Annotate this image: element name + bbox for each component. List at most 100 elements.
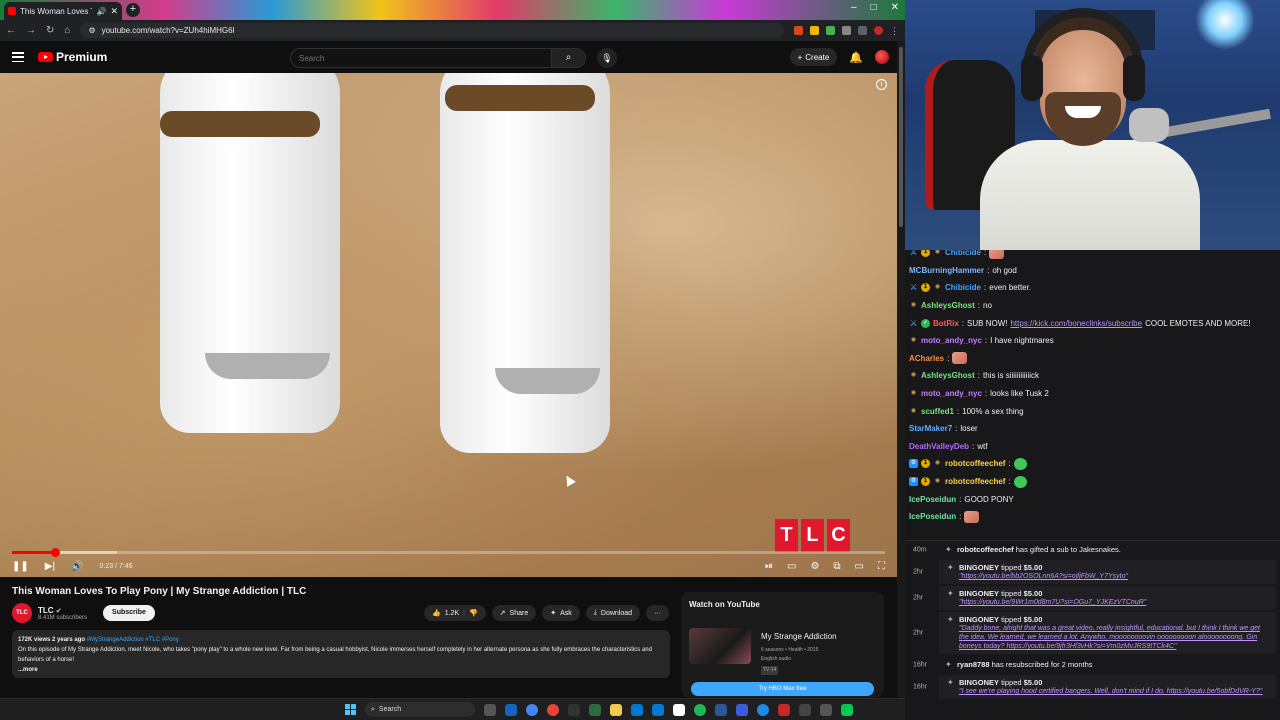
search-button[interactable]: ⌕ xyxy=(551,49,585,67)
extension-icon[interactable] xyxy=(810,26,819,35)
taskbar-app-icon[interactable] xyxy=(652,703,664,716)
back-icon[interactable]: ← xyxy=(6,25,16,36)
more-actions-button[interactable]: ··· xyxy=(646,605,670,621)
event-username[interactable]: BINGONEY xyxy=(959,678,999,687)
like-dislike-button[interactable]: 👍 1.2K | 👎 xyxy=(424,605,486,621)
description-more-link[interactable]: ...more xyxy=(18,665,664,675)
taskbar-app-icon[interactable] xyxy=(841,703,853,716)
video-player[interactable]: i T L C ❚❚ ▶| 🔊 0:23 / 7:46 ⏯ ▭ ⚙ ⧉ ▭ ⛶ xyxy=(0,73,897,577)
taskbar-app-icon[interactable] xyxy=(736,703,748,716)
info-icon[interactable]: i xyxy=(876,79,887,90)
hamburger-menu-icon[interactable] xyxy=(12,52,24,62)
taskbar-app-icon[interactable] xyxy=(568,703,580,716)
scrollbar-thumb[interactable] xyxy=(899,47,903,227)
thumbs-up-icon[interactable]: 👍 xyxy=(432,609,441,617)
taskbar-app-icon[interactable] xyxy=(757,703,769,716)
taskbar-app-icon[interactable] xyxy=(673,703,685,716)
tab-audio-icon[interactable]: 🔊 xyxy=(96,7,106,16)
channel-avatar[interactable]: TLC xyxy=(12,603,32,623)
search-input[interactable] xyxy=(291,53,551,63)
event-message[interactable]: "https://youtu.be/9Wr1m0d8m7U?si=OGu7_YJ… xyxy=(959,598,1270,607)
channel-name[interactable]: TLC ✔ xyxy=(38,606,87,615)
taskbar-app-icon[interactable] xyxy=(715,703,727,716)
chat-username[interactable]: DeathValleyDeb xyxy=(909,442,969,451)
subscribe-button[interactable]: Subscribe xyxy=(103,605,155,621)
page-scrollbar[interactable] xyxy=(897,41,905,698)
url-text[interactable]: youtube.com/watch?v=ZUh4hiMHG6I xyxy=(102,26,235,35)
task-view-icon[interactable] xyxy=(484,703,496,716)
chat-username[interactable]: moto_andy_nyc xyxy=(921,336,982,345)
chat-username[interactable]: BotRix xyxy=(933,319,959,328)
maximize-button[interactable]: □ xyxy=(871,2,877,13)
show-title[interactable]: My Strange Addiction xyxy=(761,632,837,641)
extension-icon[interactable] xyxy=(842,26,851,35)
spotify-icon[interactable] xyxy=(694,703,706,716)
chat-username[interactable]: ACharles xyxy=(909,354,944,363)
chat-username[interactable]: Chibicide xyxy=(945,283,981,292)
event-message[interactable]: "Daddy bone, alright that was a great vi… xyxy=(959,624,1270,651)
forward-icon[interactable]: → xyxy=(26,25,36,36)
extension-icon[interactable] xyxy=(826,26,835,35)
voice-search-button[interactable]: 🎙 xyxy=(597,48,617,68)
profile-avatar[interactable] xyxy=(874,26,883,35)
taskbar-app-icon[interactable] xyxy=(631,703,643,716)
minimize-button[interactable]: – xyxy=(851,2,857,13)
start-button-icon[interactable] xyxy=(345,704,356,715)
event-message[interactable]: "https://youtu.be/bb2OSOLnn6A?si=ojfjFbW… xyxy=(959,572,1270,581)
event-username[interactable]: ryan8788 xyxy=(957,660,990,669)
chat-username[interactable]: moto_andy_nyc xyxy=(921,389,982,398)
description-box[interactable]: 172K views 2 years ago #MyStrangeAddicti… xyxy=(12,630,670,678)
extension-icon[interactable] xyxy=(794,26,803,35)
chat-username[interactable]: IcePoseidun xyxy=(909,495,956,504)
browser-tab-active[interactable]: This Woman Loves To Play 🔊 ✕ xyxy=(4,2,122,20)
chrome-icon[interactable] xyxy=(526,703,538,716)
try-hbo-max-button[interactable]: Try HBO Max free xyxy=(691,682,874,696)
chat-username[interactable]: Chibicide xyxy=(945,250,981,257)
show-thumbnail[interactable] xyxy=(689,628,751,664)
chat-username[interactable]: robotcoffeechef xyxy=(945,459,1005,468)
progress-bar[interactable] xyxy=(12,548,885,557)
browser-menu-icon[interactable]: ⋮ xyxy=(890,26,899,36)
event-username[interactable]: BINGONEY xyxy=(959,563,999,572)
youtube-logo[interactable]: Premium xyxy=(38,50,107,64)
notifications-bell-icon[interactable]: 🔔 xyxy=(849,51,863,64)
download-button[interactable]: ⤓ Download xyxy=(585,605,641,621)
event-username[interactable]: robotcoffeechef xyxy=(957,545,1014,554)
chat-username[interactable]: MCBurningHammer xyxy=(909,266,984,275)
share-button[interactable]: ↗ Share xyxy=(491,605,537,621)
volume-icon[interactable]: 🔊 xyxy=(71,561,83,572)
create-button[interactable]: + Create xyxy=(789,48,838,66)
taskbar-app-icon[interactable] xyxy=(589,703,601,716)
account-avatar[interactable] xyxy=(875,50,889,64)
chat-username[interactable]: IcePoseidun xyxy=(909,512,956,521)
theater-mode-icon[interactable]: ▭ xyxy=(855,561,864,572)
chat-username[interactable]: robotcoffeechef xyxy=(945,477,1005,486)
chat-username[interactable]: AshleysGhost xyxy=(921,371,975,380)
omnibox[interactable]: ⚙ youtube.com/watch?v=ZUh4hiMHG6I xyxy=(80,23,784,38)
chat-link[interactable]: https://kick.com/boneclinks/subscribe xyxy=(1010,319,1142,328)
event-username[interactable]: BINGONEY xyxy=(959,589,999,598)
reload-icon[interactable]: ↻ xyxy=(46,25,54,36)
pause-icon[interactable]: ❚❚ xyxy=(12,561,29,572)
event-username[interactable]: BINGONEY xyxy=(959,615,999,624)
ask-button[interactable]: ✦ Ask xyxy=(542,605,580,621)
taskbar-app-icon[interactable] xyxy=(505,703,517,716)
tab-close-icon[interactable]: ✕ xyxy=(110,6,118,17)
autoplay-toggle-icon[interactable]: ⏯ xyxy=(765,561,773,572)
home-icon[interactable]: ⌂ xyxy=(64,25,70,36)
fullscreen-icon[interactable]: ⛶ xyxy=(878,561,885,572)
next-icon[interactable]: ▶| xyxy=(45,561,55,572)
taskbar-app-icon[interactable] xyxy=(778,703,790,716)
close-window-button[interactable]: ✕ xyxy=(891,2,899,13)
new-tab-button[interactable]: + xyxy=(126,3,140,17)
chrome-icon[interactable] xyxy=(547,703,559,716)
settings-gear-icon[interactable]: ⚙ xyxy=(810,561,819,572)
extension-icon[interactable] xyxy=(858,26,867,35)
thumbs-down-icon[interactable]: 👎 xyxy=(469,609,478,617)
site-info-icon[interactable]: ⚙ xyxy=(88,26,95,35)
miniplayer-icon[interactable]: ⧉ xyxy=(833,561,840,572)
chat-username[interactable]: AshleysGhost xyxy=(921,301,975,310)
captions-icon[interactable]: ▭ xyxy=(787,561,796,572)
file-explorer-icon[interactable] xyxy=(610,703,622,716)
taskbar-app-icon[interactable] xyxy=(820,703,832,716)
